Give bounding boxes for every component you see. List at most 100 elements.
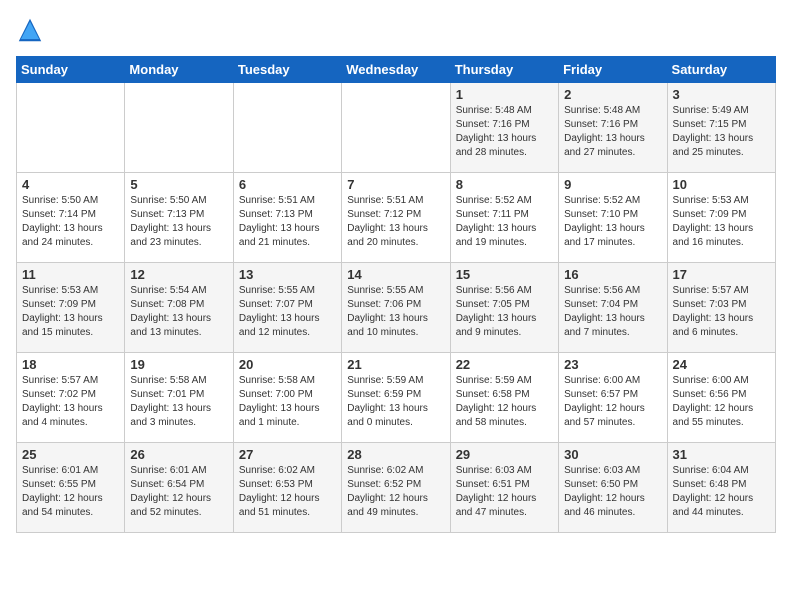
day-number: 19 — [130, 357, 227, 372]
day-number: 29 — [456, 447, 553, 462]
cell-content: Sunrise: 6:02 AM Sunset: 6:53 PM Dayligh… — [239, 464, 336, 520]
calendar-cell: 26 Sunrise: 6:01 AM Sunset: 6:54 PM Dayli… — [125, 443, 233, 533]
calendar-cell: 15 Sunrise: 5:56 AM Sunset: 7:05 PM Dayli… — [450, 263, 558, 353]
day-number: 5 — [130, 177, 227, 192]
calendar-cell: 10Sunrise: 5:53 AM Sunset: 7:09 PM Dayli… — [667, 173, 775, 263]
cell-content: Sunrise: 6:03 AM Sunset: 6:50 PM Dayligh… — [564, 464, 661, 520]
calendar-cell: 14 Sunrise: 5:55 AM Sunset: 7:06 PM Dayli… — [342, 263, 450, 353]
cell-content: Sunrise: 5:57 AM Sunset: 7:03 PM Dayligh… — [673, 284, 770, 340]
calendar-cell: 6Sunrise: 5:51 AM Sunset: 7:13 PM Daylig… — [233, 173, 341, 263]
day-number: 15 — [456, 267, 553, 282]
week-row-3: 18 Sunrise: 5:57 AM Sunset: 7:02 PM Dayli… — [17, 353, 776, 443]
day-number: 28 — [347, 447, 444, 462]
calendar-cell: 11 Sunrise: 5:53 AM Sunset: 7:09 PM Dayli… — [17, 263, 125, 353]
week-row-2: 11 Sunrise: 5:53 AM Sunset: 7:09 PM Dayli… — [17, 263, 776, 353]
day-number: 7 — [347, 177, 444, 192]
calendar-cell: 24 Sunrise: 6:00 AM Sunset: 6:56 PM Dayli… — [667, 353, 775, 443]
day-number: 17 — [673, 267, 770, 282]
header-saturday: Saturday — [667, 57, 775, 83]
cell-content: Sunrise: 5:53 AM Sunset: 7:09 PM Dayligh… — [22, 284, 119, 340]
calendar-cell: 3 Sunrise: 5:49 AM Sunset: 7:15 PM Daylig… — [667, 83, 775, 173]
calendar-cell — [233, 83, 341, 173]
day-number: 14 — [347, 267, 444, 282]
day-number: 12 — [130, 267, 227, 282]
header-thursday: Thursday — [450, 57, 558, 83]
header-row: SundayMondayTuesdayWednesdayThursdayFrid… — [17, 57, 776, 83]
week-row-1: 4 Sunrise: 5:50 AM Sunset: 7:14 PM Daylig… — [17, 173, 776, 263]
calendar-cell: 29 Sunrise: 6:03 AM Sunset: 6:51 PM Dayli… — [450, 443, 558, 533]
day-number: 9 — [564, 177, 661, 192]
day-number: 26 — [130, 447, 227, 462]
calendar-cell: 31Sunrise: 6:04 AM Sunset: 6:48 PM Dayli… — [667, 443, 775, 533]
cell-content: Sunrise: 5:49 AM Sunset: 7:15 PM Dayligh… — [673, 104, 770, 160]
cell-content: Sunrise: 5:58 AM Sunset: 7:01 PM Dayligh… — [130, 374, 227, 430]
calendar-cell: 19 Sunrise: 5:58 AM Sunset: 7:01 PM Dayli… — [125, 353, 233, 443]
calendar-cell: 21 Sunrise: 5:59 AM Sunset: 6:59 PM Dayli… — [342, 353, 450, 443]
calendar-cell: 2 Sunrise: 5:48 AM Sunset: 7:16 PM Daylig… — [559, 83, 667, 173]
day-number: 16 — [564, 267, 661, 282]
logo-icon — [16, 16, 44, 44]
cell-content: Sunrise: 5:50 AM Sunset: 7:13 PM Dayligh… — [130, 194, 227, 250]
day-number: 24 — [673, 357, 770, 372]
calendar-cell: 25 Sunrise: 6:01 AM Sunset: 6:55 PM Dayli… — [17, 443, 125, 533]
header-sunday: Sunday — [17, 57, 125, 83]
cell-content: Sunrise: 5:48 AM Sunset: 7:16 PM Dayligh… — [564, 104, 661, 160]
cell-content: Sunrise: 5:58 AM Sunset: 7:00 PM Dayligh… — [239, 374, 336, 430]
day-number: 1 — [456, 87, 553, 102]
calendar-cell — [125, 83, 233, 173]
day-number: 22 — [456, 357, 553, 372]
week-row-0: 1 Sunrise: 5:48 AM Sunset: 7:16 PM Daylig… — [17, 83, 776, 173]
calendar-cell: 23Sunrise: 6:00 AM Sunset: 6:57 PM Dayli… — [559, 353, 667, 443]
calendar-cell: 17 Sunrise: 5:57 AM Sunset: 7:03 PM Dayli… — [667, 263, 775, 353]
calendar-cell — [342, 83, 450, 173]
cell-content: Sunrise: 5:59 AM Sunset: 6:59 PM Dayligh… — [347, 374, 444, 430]
day-number: 30 — [564, 447, 661, 462]
day-number: 20 — [239, 357, 336, 372]
cell-content: Sunrise: 5:56 AM Sunset: 7:05 PM Dayligh… — [456, 284, 553, 340]
cell-content: Sunrise: 6:01 AM Sunset: 6:55 PM Dayligh… — [22, 464, 119, 520]
header-monday: Monday — [125, 57, 233, 83]
day-number: 27 — [239, 447, 336, 462]
cell-content: Sunrise: 6:01 AM Sunset: 6:54 PM Dayligh… — [130, 464, 227, 520]
calendar-cell: 1 Sunrise: 5:48 AM Sunset: 7:16 PM Daylig… — [450, 83, 558, 173]
cell-content: Sunrise: 5:57 AM Sunset: 7:02 PM Dayligh… — [22, 374, 119, 430]
day-number: 25 — [22, 447, 119, 462]
cell-content: Sunrise: 5:51 AM Sunset: 7:12 PM Dayligh… — [347, 194, 444, 250]
week-row-4: 25 Sunrise: 6:01 AM Sunset: 6:55 PM Dayli… — [17, 443, 776, 533]
calendar-cell: 30 Sunrise: 6:03 AM Sunset: 6:50 PM Dayli… — [559, 443, 667, 533]
cell-content: Sunrise: 6:00 AM Sunset: 6:57 PM Dayligh… — [564, 374, 661, 430]
day-number: 2 — [564, 87, 661, 102]
page-header — [16, 16, 776, 44]
calendar-cell: 28 Sunrise: 6:02 AM Sunset: 6:52 PM Dayli… — [342, 443, 450, 533]
cell-content: Sunrise: 6:02 AM Sunset: 6:52 PM Dayligh… — [347, 464, 444, 520]
calendar-cell: 8Sunrise: 5:52 AM Sunset: 7:11 PM Daylig… — [450, 173, 558, 263]
cell-content: Sunrise: 5:53 AM Sunset: 7:09 PM Dayligh… — [673, 194, 770, 250]
day-number: 3 — [673, 87, 770, 102]
cell-content: Sunrise: 5:50 AM Sunset: 7:14 PM Dayligh… — [22, 194, 119, 250]
calendar-cell: 16Sunrise: 5:56 AM Sunset: 7:04 PM Dayli… — [559, 263, 667, 353]
header-wednesday: Wednesday — [342, 57, 450, 83]
day-number: 11 — [22, 267, 119, 282]
cell-content: Sunrise: 6:03 AM Sunset: 6:51 PM Dayligh… — [456, 464, 553, 520]
cell-content: Sunrise: 6:04 AM Sunset: 6:48 PM Dayligh… — [673, 464, 770, 520]
calendar-cell: 27 Sunrise: 6:02 AM Sunset: 6:53 PM Dayli… — [233, 443, 341, 533]
header-friday: Friday — [559, 57, 667, 83]
cell-content: Sunrise: 6:00 AM Sunset: 6:56 PM Dayligh… — [673, 374, 770, 430]
calendar-cell — [17, 83, 125, 173]
day-number: 18 — [22, 357, 119, 372]
cell-content: Sunrise: 5:54 AM Sunset: 7:08 PM Dayligh… — [130, 284, 227, 340]
cell-content: Sunrise: 5:55 AM Sunset: 7:06 PM Dayligh… — [347, 284, 444, 340]
cell-content: Sunrise: 5:52 AM Sunset: 7:10 PM Dayligh… — [564, 194, 661, 250]
cell-content: Sunrise: 5:59 AM Sunset: 6:58 PM Dayligh… — [456, 374, 553, 430]
calendar-cell: 18 Sunrise: 5:57 AM Sunset: 7:02 PM Dayli… — [17, 353, 125, 443]
day-number: 4 — [22, 177, 119, 192]
calendar-cell: 5 Sunrise: 5:50 AM Sunset: 7:13 PM Daylig… — [125, 173, 233, 263]
day-number: 21 — [347, 357, 444, 372]
calendar-cell: 4 Sunrise: 5:50 AM Sunset: 7:14 PM Daylig… — [17, 173, 125, 263]
calendar-cell: 22 Sunrise: 5:59 AM Sunset: 6:58 PM Dayli… — [450, 353, 558, 443]
cell-content: Sunrise: 5:55 AM Sunset: 7:07 PM Dayligh… — [239, 284, 336, 340]
logo — [16, 16, 48, 44]
calendar-cell: 20 Sunrise: 5:58 AM Sunset: 7:00 PM Dayli… — [233, 353, 341, 443]
cell-content: Sunrise: 5:48 AM Sunset: 7:16 PM Dayligh… — [456, 104, 553, 160]
day-number: 13 — [239, 267, 336, 282]
